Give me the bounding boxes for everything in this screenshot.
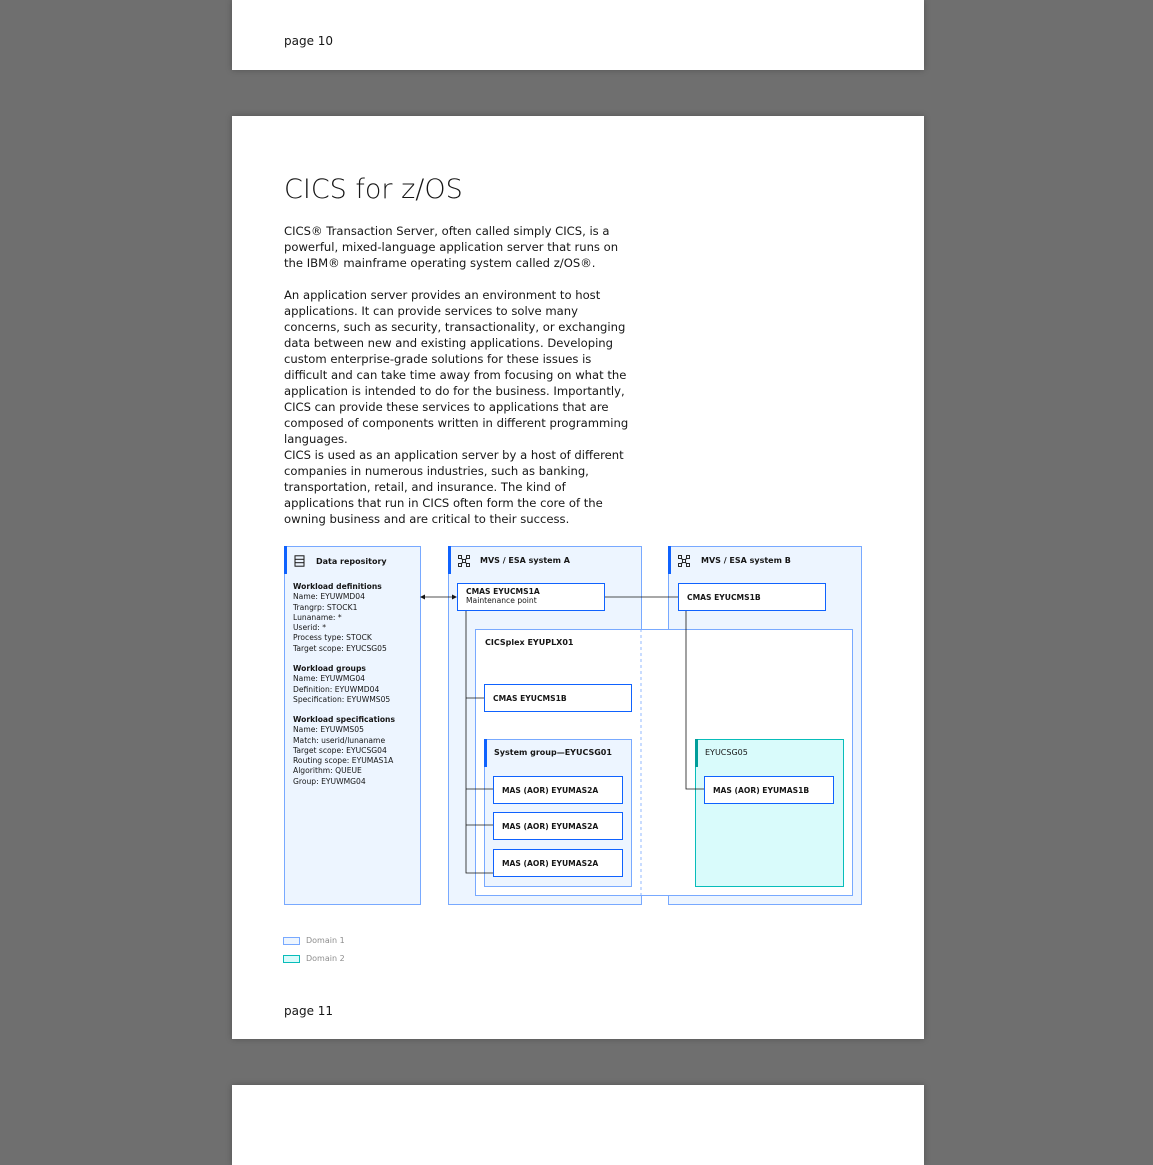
legend-label-domain-1: Domain 1 (306, 936, 345, 945)
mas-a-box-3: MAS (AOR) EYUMAS2A (493, 849, 623, 877)
legend-label-domain-2: Domain 2 (306, 954, 345, 963)
legend-swatch-domain-1 (283, 937, 300, 945)
cmas-a-subtitle: Maintenance point (466, 596, 537, 605)
arrow-head-left (420, 594, 425, 600)
cmas-b-box: CMAS EYUCMS1B (678, 583, 826, 611)
page-number: page 11 (284, 1004, 334, 1018)
trunk-a (465, 610, 493, 874)
mas-a-box-1: MAS (AOR) EYUMAS2A (493, 776, 623, 804)
cmas-a-box: CMAS EYUCMS1A Maintenance point (457, 583, 605, 611)
system-b-title: MVS / ESA system B (701, 556, 791, 565)
next-page (232, 1085, 924, 1165)
cicsplex-cmas-box: CMAS EYUCMS1B (484, 684, 632, 712)
system-group-title: System group—EYUCSG01 (494, 748, 612, 757)
network-icon (678, 555, 690, 567)
mas-b-box: MAS (AOR) EYUMAS1B (704, 776, 834, 804)
cmas-a-name: CMAS EYUCMS1A (466, 587, 540, 596)
network-icon (458, 555, 470, 567)
cicsplex-diagram: Data repository Workload definitions Nam… (232, 116, 924, 1039)
trunk-b (685, 610, 704, 790)
connector-lines (420, 594, 704, 896)
legend-swatch-domain-2 (283, 955, 300, 963)
previous-page: page 10 (232, 0, 924, 70)
page-number: page 10 (284, 34, 334, 48)
eyucsg05-title: EYUCSG05 (705, 748, 748, 757)
mas-a-box-2: MAS (AOR) EYUMAS2A (493, 812, 623, 840)
cicsplex-title: CICSplex EYUPLX01 (485, 638, 574, 647)
current-page: CICS for z/OS CICS® Transaction Server, … (232, 116, 924, 1039)
system-a-title: MVS / ESA system A (480, 556, 570, 565)
